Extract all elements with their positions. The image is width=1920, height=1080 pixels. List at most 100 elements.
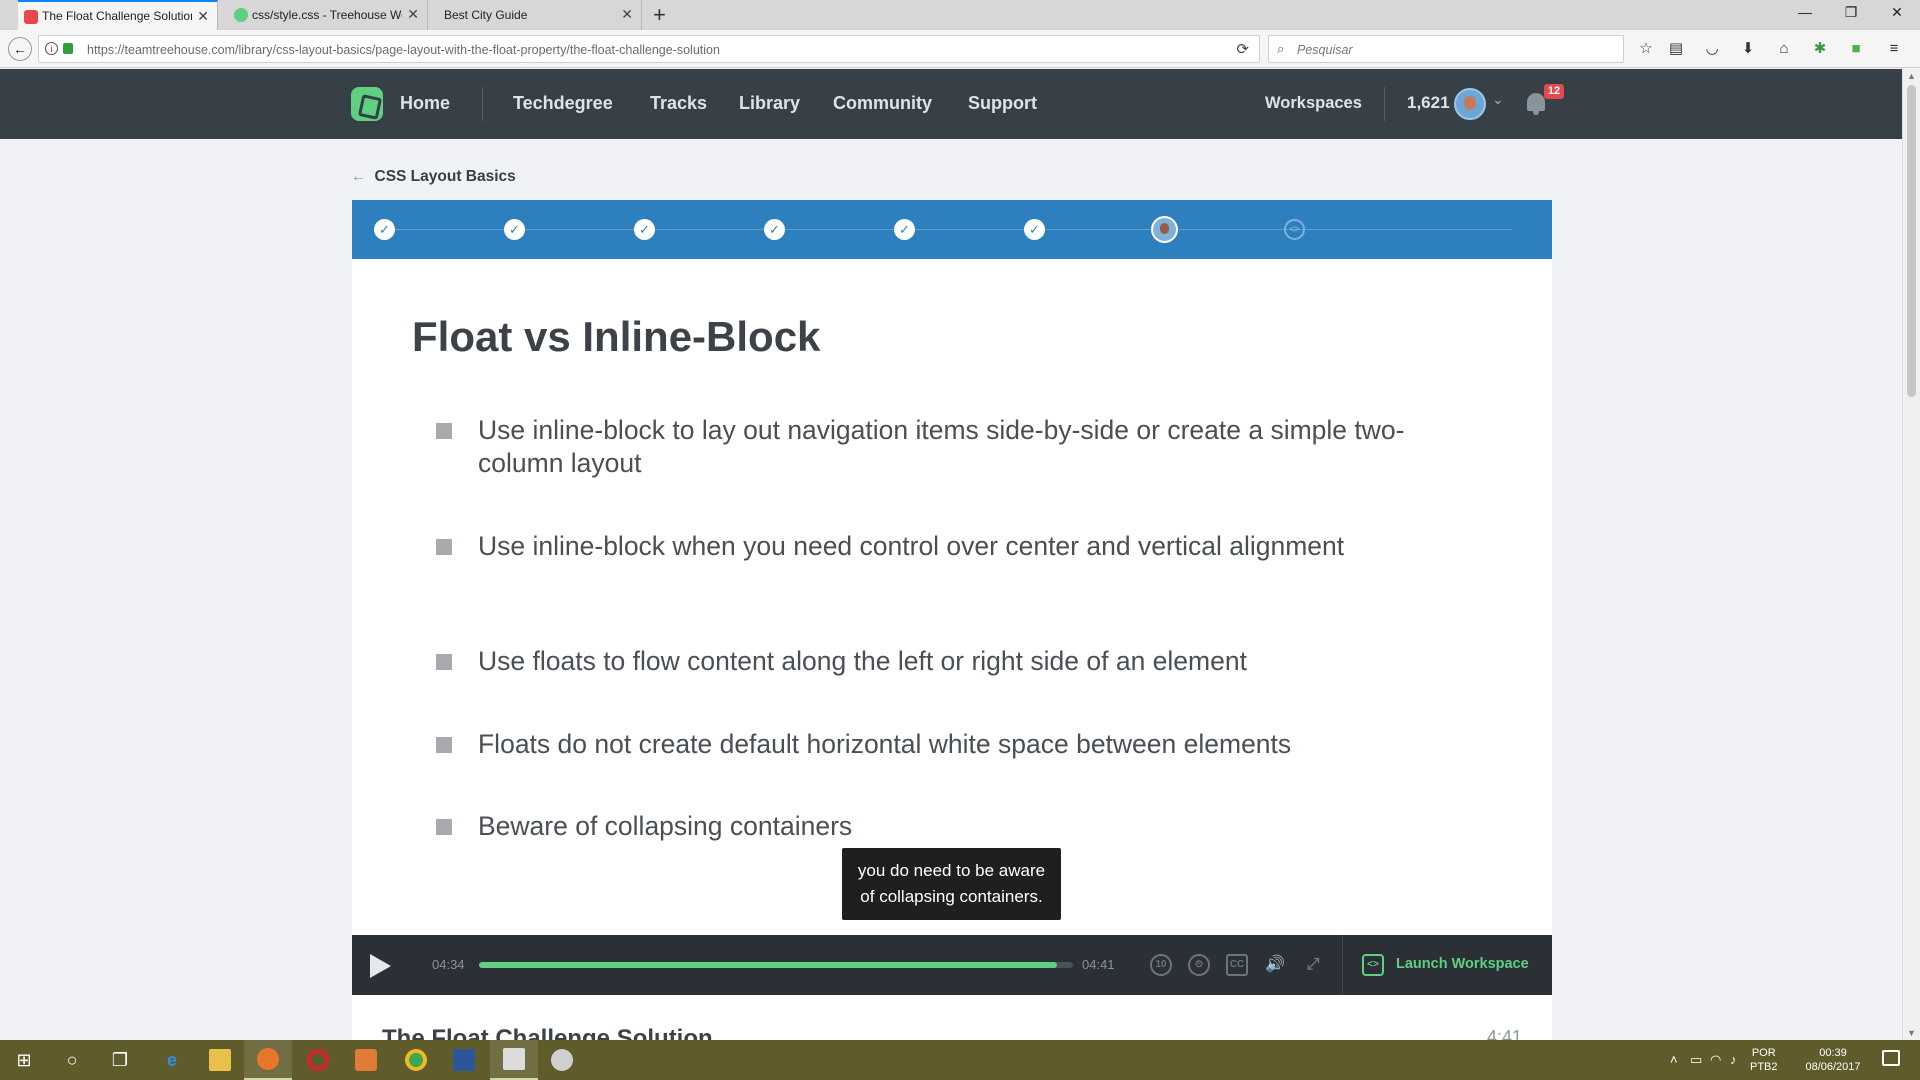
lock-icon	[63, 43, 73, 54]
url-text[interactable]: https://teamtreehouse.com/library/css-la…	[87, 43, 720, 57]
download-icon[interactable]: ⬇	[1738, 39, 1758, 59]
close-tab-icon[interactable]: ✕	[197, 8, 209, 25]
browser-tab[interactable]: css/style.css - Treehouse Wo ✕	[228, 0, 428, 30]
language-code: POR	[1751, 1047, 1776, 1059]
avatar[interactable]	[1454, 88, 1486, 120]
progress-step-complete[interactable]: ✓	[374, 219, 395, 240]
browser-tab[interactable]: Best City Guide ✕	[438, 0, 642, 30]
action-center-icon[interactable]	[1882, 1050, 1900, 1066]
progress-step-current[interactable]	[1151, 216, 1178, 243]
bookmark-star-icon[interactable]: ☆	[1636, 39, 1656, 59]
play-icon[interactable]	[370, 954, 391, 978]
progress-step-complete[interactable]: ✓	[764, 219, 785, 240]
workspace-icon[interactable]: <>	[1362, 954, 1384, 976]
notification-badge: 12	[1544, 84, 1564, 99]
points-count: 1,621	[1407, 93, 1450, 112]
clock-time: 00:39	[1819, 1047, 1847, 1059]
bullet-text: Use inline-block when you need control o…	[478, 531, 1345, 561]
treehouse-logo-icon[interactable]	[351, 87, 383, 121]
nav-techdegree[interactable]: Techdegree	[513, 93, 613, 114]
firefox-icon[interactable]	[244, 1040, 292, 1080]
speed-icon[interactable]: ⏲	[1188, 954, 1210, 976]
restore-icon[interactable]: ❐	[1836, 4, 1866, 21]
edge-browser-icon[interactable]: e	[148, 1040, 196, 1080]
total-time: 04:41	[1082, 957, 1115, 972]
volume-icon[interactable]: 🔊	[1264, 954, 1286, 976]
reload-icon[interactable]: ⟳	[1236, 40, 1249, 58]
chrome-icon[interactable]	[392, 1040, 440, 1080]
closed-captions-icon[interactable]: CC	[1226, 954, 1248, 976]
launch-workspace-button[interactable]: Launch Workspace	[1396, 956, 1529, 972]
bullet-text: Floats do not create default horizontal …	[478, 729, 1292, 759]
nav-community[interactable]: Community	[833, 93, 932, 114]
settings-app-icon[interactable]	[538, 1040, 586, 1080]
word-icon[interactable]	[440, 1040, 488, 1080]
fullscreen-icon[interactable]: ⤢	[1302, 954, 1324, 976]
player-divider	[1342, 935, 1343, 995]
breadcrumb-label[interactable]: CSS Layout Basics	[375, 168, 516, 185]
progress-step-pending[interactable]: <>	[1284, 219, 1305, 240]
windows-start-icon[interactable]: ⊞	[0, 1040, 48, 1080]
wifi-icon[interactable]: ◠	[1710, 1052, 1721, 1068]
current-time: 04:34	[432, 957, 465, 972]
menu-icon[interactable]: ≡	[1884, 39, 1904, 59]
keyboard-layout: PTB2	[1750, 1061, 1778, 1073]
video-slide: Float vs Inline-Block Use inline-block t…	[352, 259, 1552, 935]
nav-tracks[interactable]: Tracks	[650, 93, 707, 114]
search-box[interactable]: ⌕ Pesquisar	[1268, 35, 1624, 63]
chevron-up-icon[interactable]: ˄	[1670, 1052, 1678, 1067]
tab-title: Best City Guide	[444, 8, 528, 22]
info-icon[interactable]: i	[45, 42, 58, 55]
progress-step-complete[interactable]: ✓	[1024, 219, 1045, 240]
opera-icon[interactable]	[294, 1040, 342, 1080]
back-arrow-icon[interactable]: ←	[8, 37, 32, 61]
bullet-square-icon	[436, 423, 452, 439]
course-progress-strip: ✓ ✓ ✓ ✓ ✓ ✓ <>	[352, 200, 1552, 259]
minimize-icon[interactable]: —	[1790, 4, 1820, 20]
chevron-down-icon[interactable]: ⌄	[1492, 91, 1504, 108]
speaker-icon[interactable]: ♪	[1730, 1052, 1737, 1067]
treehouse-favicon-icon	[24, 10, 38, 24]
page-scrollbar[interactable]: ▲ ▼	[1902, 69, 1920, 1040]
scroll-thumb[interactable]	[1907, 85, 1916, 397]
home-icon[interactable]: ⌂	[1774, 39, 1794, 59]
progress-step-complete[interactable]: ✓	[504, 219, 525, 240]
cortana-search-icon[interactable]: ○	[48, 1040, 96, 1080]
close-tab-icon[interactable]: ✕	[407, 6, 419, 23]
tab-title: css/style.css - Treehouse Wo	[252, 8, 402, 22]
task-view-icon[interactable]: ❐	[96, 1040, 144, 1080]
browser-navigation-bar: ← i https://teamtreehouse.com/library/cs…	[0, 30, 1920, 68]
battery-icon[interactable]: ▭	[1690, 1052, 1702, 1068]
nav-workspaces[interactable]: Workspaces	[1265, 94, 1362, 113]
new-tab-icon[interactable]: +	[653, 2, 666, 28]
windows-taskbar: ⊞ ○ ❐ e ˄ ▭ ◠ ♪ POR PTB2 00:39 08/06/201…	[0, 1040, 1920, 1080]
extension-square-icon[interactable]: ■	[1846, 39, 1866, 59]
system-clock[interactable]: 00:39 08/06/2017	[1800, 1046, 1866, 1074]
nav-library[interactable]: Library	[739, 93, 800, 114]
video-player-controls: 04:34 04:41 10 ⏲ CC 🔊 ⤢ <> Launch Worksp…	[352, 935, 1552, 995]
progress-step-complete[interactable]: ✓	[634, 219, 655, 240]
tab-title: The Float Challenge Solution	[42, 9, 192, 23]
scroll-down-icon[interactable]: ▼	[1907, 1028, 1916, 1038]
video-progress-track[interactable]	[479, 962, 1073, 968]
extension-icon[interactable]: ✱	[1810, 39, 1830, 59]
pocket-icon[interactable]: ◡	[1702, 39, 1722, 59]
scroll-up-icon[interactable]: ▲	[1907, 71, 1916, 81]
file-explorer-icon[interactable]	[196, 1040, 244, 1080]
nav-support[interactable]: Support	[968, 93, 1037, 114]
keyboard-language[interactable]: POR PTB2	[1750, 1046, 1778, 1074]
nav-home[interactable]: Home	[400, 93, 450, 114]
reading-list-icon[interactable]: ▤	[1666, 39, 1686, 59]
breadcrumb[interactable]: ← CSS Layout Basics	[351, 168, 516, 186]
search-icon: ⌕	[1277, 41, 1285, 56]
url-bar[interactable]: i https://teamtreehouse.com/library/css-…	[38, 35, 1260, 63]
close-window-icon[interactable]: ✕	[1882, 4, 1912, 21]
browser-tab-active[interactable]: The Float Challenge Solution ✕	[18, 0, 218, 30]
media-player-icon[interactable]	[342, 1040, 390, 1080]
rewind-icon[interactable]: 10	[1150, 954, 1172, 976]
video-editor-icon[interactable]	[490, 1040, 538, 1080]
clock-date: 08/06/2017	[1805, 1061, 1861, 1073]
progress-step-complete[interactable]: ✓	[894, 219, 915, 240]
bullet-text: Use floats to flow content along the lef…	[478, 646, 1247, 676]
close-tab-icon[interactable]: ✕	[621, 6, 633, 23]
